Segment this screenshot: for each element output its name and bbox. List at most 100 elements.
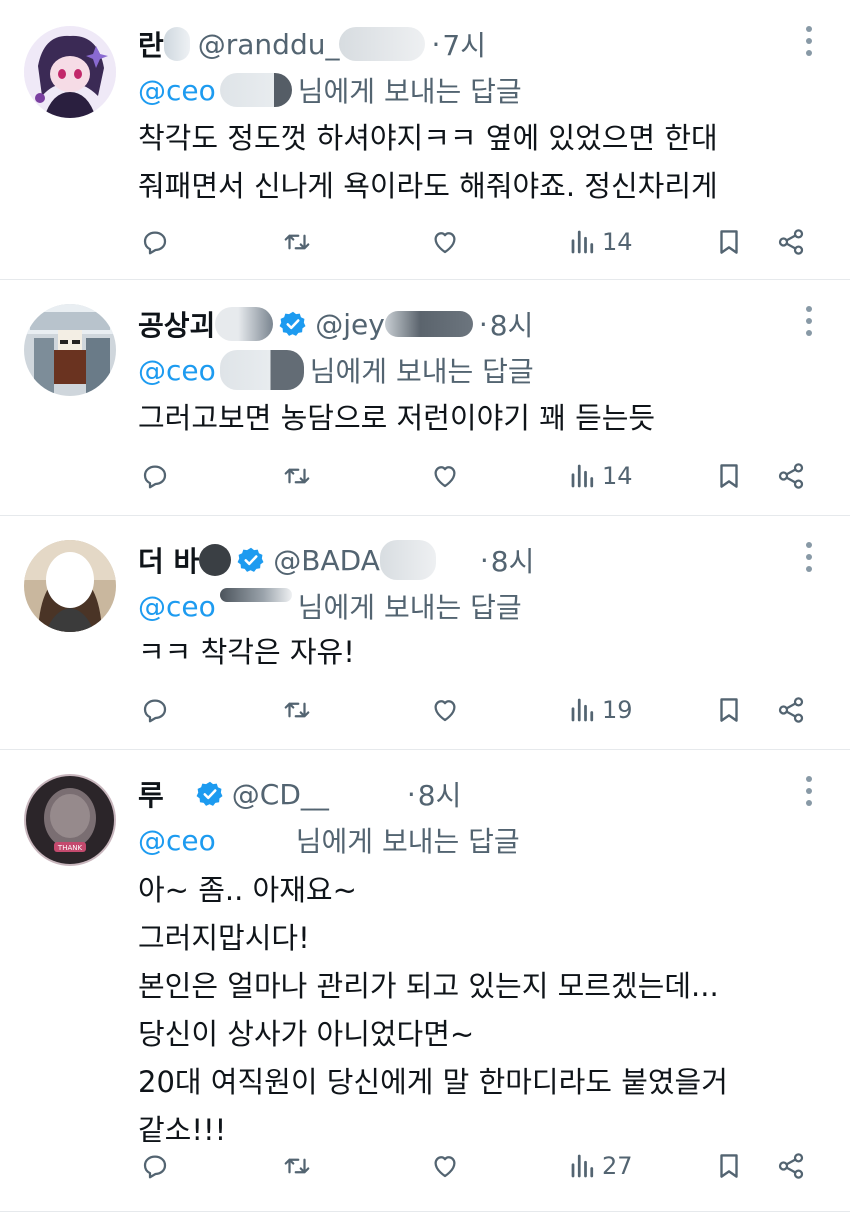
views-button[interactable]: 14 bbox=[568, 454, 633, 498]
retweet-button[interactable] bbox=[282, 688, 312, 732]
text-line: 그러지맙시다! bbox=[138, 921, 310, 955]
text-line: 20대 여직원이 당신에게 말 한마디라도 붙였을거 bbox=[138, 1065, 728, 1099]
mention-link[interactable]: @ceo bbox=[138, 590, 216, 623]
avatar[interactable] bbox=[24, 26, 116, 118]
action-bar: 14 bbox=[136, 220, 816, 264]
replying-to: @ceo 님에게 보내는 답글 bbox=[138, 586, 522, 626]
text-line: 그러고보면 농담으로 저런이야기 꽤 듣는듯 bbox=[138, 401, 656, 435]
views-count: 27 bbox=[602, 1152, 633, 1180]
verified-badge-icon bbox=[196, 780, 224, 808]
reply-label: 님에게 보내는 답글 bbox=[295, 825, 520, 858]
user-handle[interactable]: @jey bbox=[315, 308, 385, 341]
reply-button[interactable] bbox=[140, 1144, 170, 1188]
redacted-blur bbox=[339, 27, 426, 61]
like-button[interactable] bbox=[430, 688, 460, 732]
redacted-blur bbox=[379, 540, 436, 580]
retweet-button[interactable] bbox=[282, 220, 312, 264]
tweet-header: 공상괴 @jey · 8시 bbox=[138, 300, 780, 348]
retweet-icon bbox=[284, 234, 310, 250]
like-button[interactable] bbox=[430, 220, 460, 264]
redacted-blur bbox=[219, 588, 292, 602]
separator-dot: · bbox=[478, 307, 488, 341]
like-button[interactable] bbox=[430, 1144, 460, 1188]
mention-link[interactable]: @ceo bbox=[138, 354, 216, 387]
redacted-blur bbox=[163, 27, 190, 61]
views-button[interactable]: 14 bbox=[568, 220, 633, 264]
redacted-blur bbox=[384, 311, 473, 337]
reply-button[interactable] bbox=[140, 454, 170, 498]
retweet-button[interactable] bbox=[282, 1144, 312, 1188]
views-chart-icon bbox=[571, 230, 594, 254]
share-button[interactable] bbox=[776, 220, 806, 264]
views-button[interactable]: 27 bbox=[568, 1144, 633, 1188]
bookmark-button[interactable] bbox=[714, 454, 744, 498]
timestamp[interactable]: 8시 bbox=[490, 304, 534, 344]
avatar[interactable] bbox=[24, 304, 116, 396]
display-name[interactable]: 공상괴 bbox=[138, 304, 215, 344]
reply-label: 님에게 보내는 답글 bbox=[309, 355, 534, 388]
text-line: 본인은 얼마나 관리가 되고 있는지 모르겠는데... bbox=[138, 969, 719, 1003]
share-button[interactable] bbox=[776, 688, 806, 732]
user-handle[interactable]: @CD__ bbox=[232, 778, 329, 811]
retweet-icon bbox=[284, 1158, 310, 1174]
reply-tweet[interactable]: 공상괴 @jey · 8시 @ceo 님에게 보내는 답글 그러고보면 농담으로… bbox=[0, 280, 850, 516]
bookmark-button[interactable] bbox=[714, 220, 744, 264]
retweet-button[interactable] bbox=[282, 454, 312, 498]
like-button[interactable] bbox=[430, 454, 460, 498]
views-count: 14 bbox=[602, 462, 633, 490]
reply-tweet[interactable]: 더 바 @BADA · 8시 @ceo 님에게 보내는 답글 ㅋㅋ 착각은 자유… bbox=[0, 516, 850, 750]
bookmark-button[interactable] bbox=[714, 688, 744, 732]
tweet-text: 착각도 정도껏 하셔야지ㅋㅋ 옆에 있었으면 한대 줘패면서 신나게 욕이라도 … bbox=[138, 114, 810, 210]
avatar[interactable]: THANK bbox=[24, 774, 116, 866]
views-button[interactable]: 19 bbox=[568, 688, 633, 732]
mention-link[interactable]: @ceo bbox=[138, 824, 216, 857]
reply-icon bbox=[143, 1155, 167, 1179]
reply-icon bbox=[143, 231, 167, 255]
tweet-text: ㅋㅋ 착각은 자유! bbox=[138, 628, 810, 676]
text-line: ㅋㅋ 착각은 자유! bbox=[138, 635, 355, 669]
share-icon bbox=[778, 697, 804, 723]
retweet-icon bbox=[284, 702, 310, 718]
bookmark-icon bbox=[720, 464, 738, 488]
timestamp[interactable]: 7시 bbox=[442, 24, 486, 64]
more-dots-icon[interactable] bbox=[804, 542, 814, 578]
more-dots-icon[interactable] bbox=[804, 306, 814, 342]
text-line: 아~ 좀.. 아재요~ bbox=[138, 873, 357, 907]
separator-dot: · bbox=[431, 27, 441, 61]
timestamp[interactable]: 8시 bbox=[491, 540, 535, 580]
text-line: 줘패면서 신나게 욕이라도 해줘야죠. 정신차리게 bbox=[138, 169, 718, 203]
avatar[interactable] bbox=[24, 540, 116, 632]
bookmark-button[interactable] bbox=[714, 1144, 744, 1188]
reply-icon bbox=[143, 465, 167, 489]
bookmark-icon bbox=[720, 230, 738, 254]
mention-link[interactable]: @ceo bbox=[138, 74, 216, 107]
reply-button[interactable] bbox=[140, 688, 170, 732]
user-handle[interactable]: @BADA bbox=[273, 544, 380, 577]
reply-button[interactable] bbox=[140, 220, 170, 264]
redacted-blur bbox=[215, 307, 274, 341]
text-line: 당신이 상사가 아니었다면~ bbox=[138, 1017, 475, 1051]
more-dots-icon[interactable] bbox=[804, 26, 814, 62]
share-icon bbox=[778, 463, 804, 489]
share-button[interactable] bbox=[776, 1144, 806, 1188]
retweet-icon bbox=[284, 468, 310, 484]
timestamp[interactable]: 8시 bbox=[418, 774, 462, 814]
share-button[interactable] bbox=[776, 454, 806, 498]
svg-text:THANK: THANK bbox=[57, 844, 83, 852]
redacted-blur bbox=[219, 73, 292, 107]
verified-badge-icon bbox=[237, 546, 265, 574]
separator-dot: · bbox=[406, 777, 416, 811]
views-count: 14 bbox=[602, 228, 633, 256]
display-name[interactable]: 더 바 bbox=[138, 540, 199, 580]
more-dots-icon[interactable] bbox=[804, 776, 814, 812]
reply-tweet[interactable]: 란 @randdu_ · 7시 @ceo 님에게 보내는 답글 착각도 정도껏 … bbox=[0, 0, 850, 280]
tweet-header: 루 @CD__ · 8시 bbox=[138, 770, 780, 818]
reply-tweet[interactable]: THANK 루 @CD__ · 8시 @ceo 님에게 보내는 답글 아~ 좀.… bbox=[0, 750, 850, 1212]
display-name[interactable]: 란 bbox=[138, 24, 164, 64]
verified-badge-icon bbox=[279, 310, 307, 338]
display-name[interactable]: 루 bbox=[138, 774, 164, 814]
user-handle[interactable]: @randdu_ bbox=[198, 28, 340, 61]
heart-icon bbox=[434, 700, 456, 722]
tweet-text: 아~ 좀.. 아재요~ 그러지맙시다! 본인은 얼마나 관리가 되고 있는지 모… bbox=[138, 866, 810, 1154]
redacted-blur bbox=[219, 350, 304, 390]
